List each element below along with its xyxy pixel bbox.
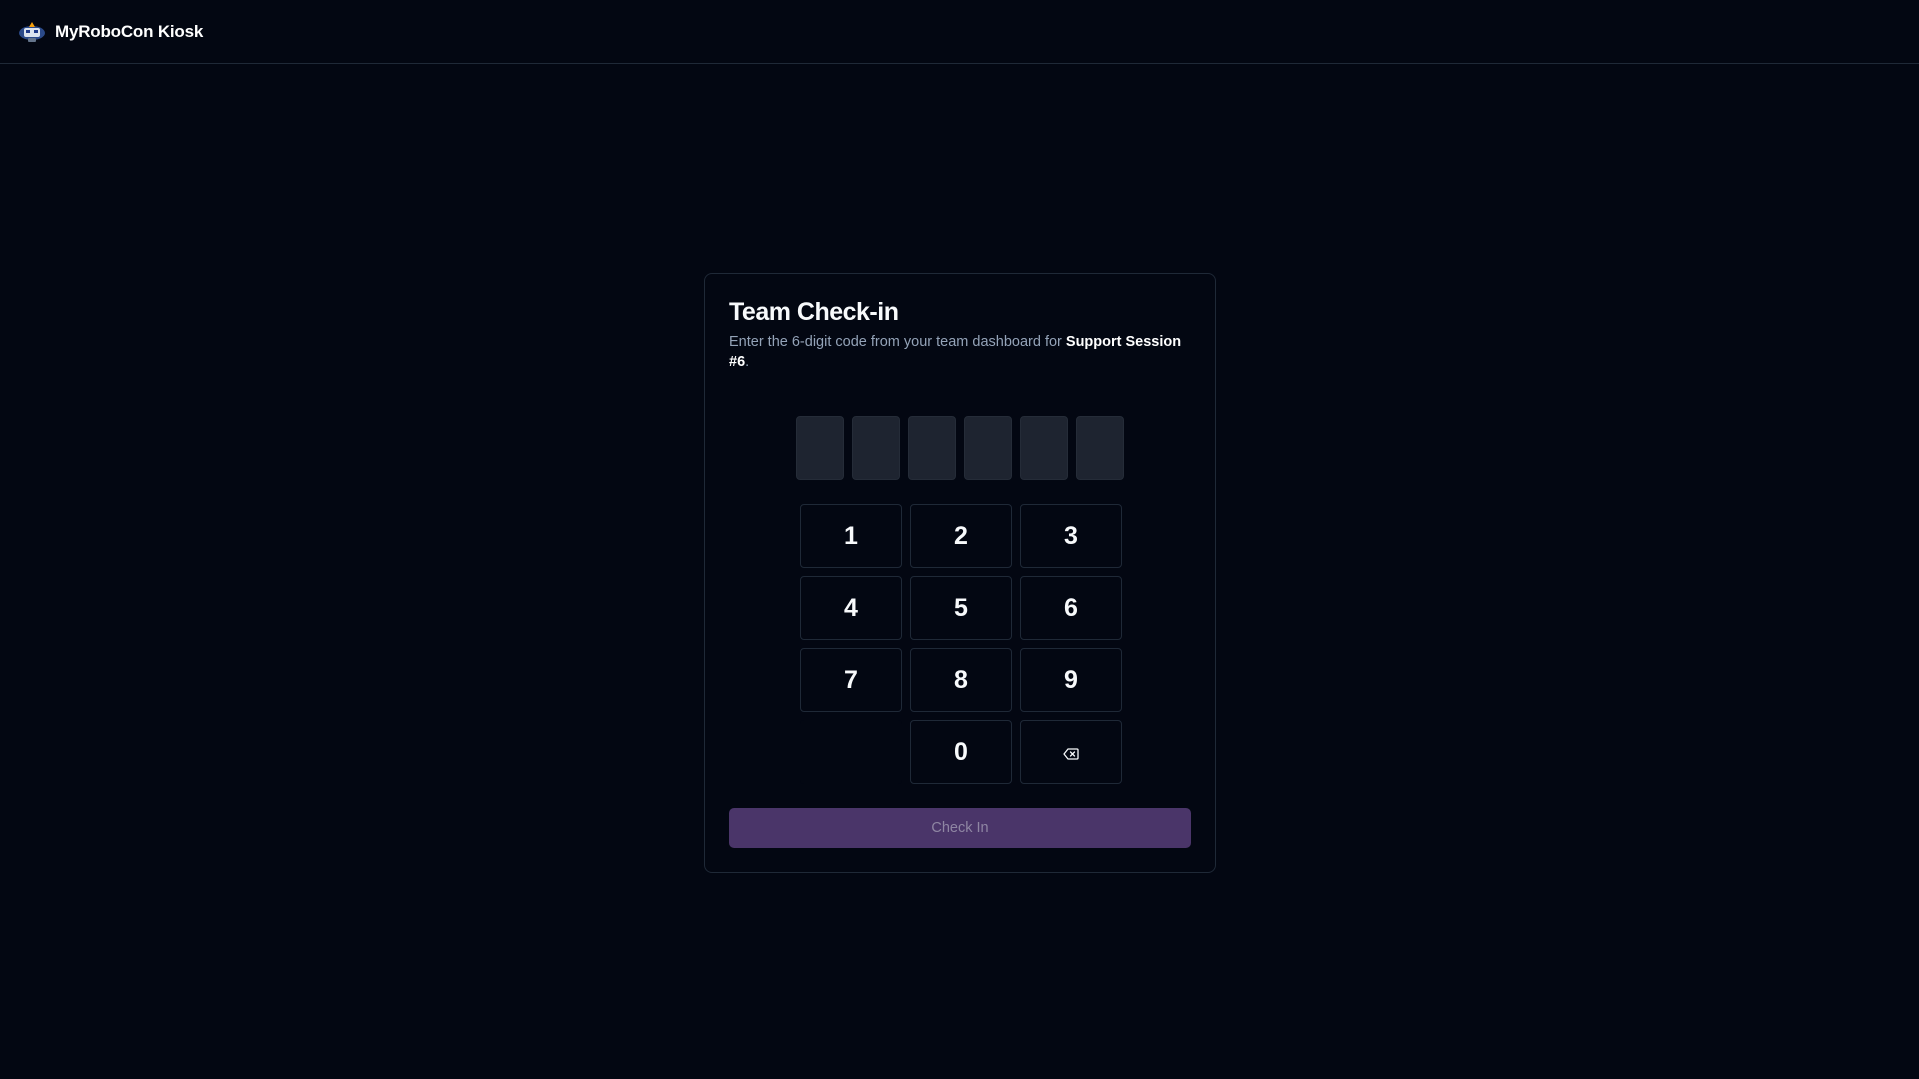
code-digit-1[interactable] <box>796 416 844 480</box>
card-title: Team Check-in <box>729 298 899 326</box>
check-in-button[interactable]: Check In <box>729 808 1191 848</box>
backspace-button[interactable] <box>1020 720 1122 784</box>
code-digit-5[interactable] <box>1020 416 1068 480</box>
key-4-button[interactable]: 4 <box>800 576 902 640</box>
key-0-button[interactable]: 0 <box>910 720 1012 784</box>
card-description: Enter the 6-digit code from your team da… <box>729 332 1191 372</box>
key-7-button[interactable]: 7 <box>800 648 902 712</box>
description-text: Enter the 6-digit code from your team da… <box>729 334 1066 350</box>
code-digit-4[interactable] <box>964 416 1012 480</box>
key-2-button[interactable]: 2 <box>910 504 1012 568</box>
key-1-button[interactable]: 1 <box>800 504 902 568</box>
key-8-button[interactable]: 8 <box>910 648 1012 712</box>
code-digit-3[interactable] <box>908 416 956 480</box>
code-digit-2[interactable] <box>852 416 900 480</box>
app-title: MyRoboCon Kiosk <box>55 21 204 41</box>
key-5-button[interactable]: 5 <box>910 576 1012 640</box>
key-3-button[interactable]: 3 <box>1020 504 1122 568</box>
numeric-keypad: 1 2 3 4 5 6 7 8 9 0 <box>800 504 1122 784</box>
top-bar: MyRoboCon Kiosk <box>0 0 1919 64</box>
check-in-card: Team Check-in Enter the 6-digit code fro… <box>704 273 1216 873</box>
backspace-icon <box>1063 738 1079 767</box>
keypad-spacer <box>800 720 902 784</box>
description-suffix: . <box>745 354 750 370</box>
key-9-button[interactable]: 9 <box>1020 648 1122 712</box>
robot-logo-icon <box>17 17 47 47</box>
code-digit-6[interactable] <box>1076 416 1124 480</box>
code-input-row <box>796 416 1124 480</box>
key-6-button[interactable]: 6 <box>1020 576 1122 640</box>
